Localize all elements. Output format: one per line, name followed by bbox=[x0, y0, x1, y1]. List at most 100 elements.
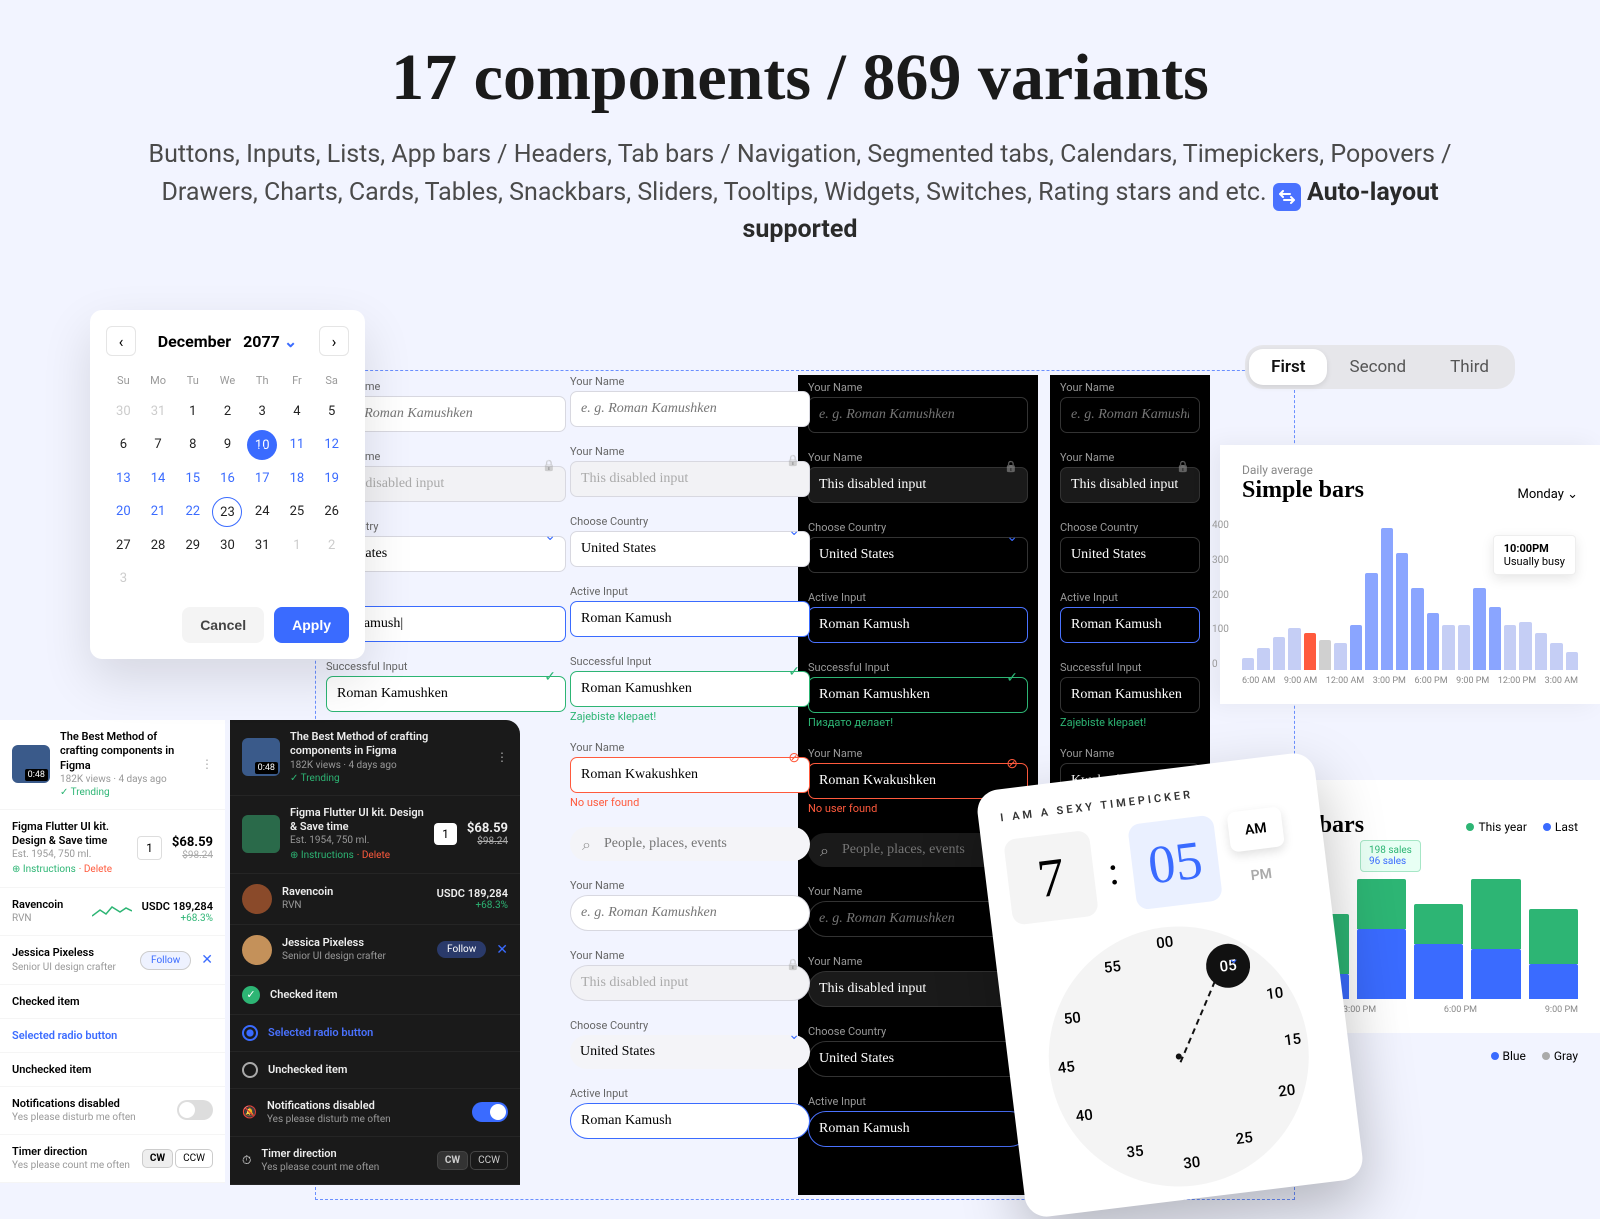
list-item[interactable]: 0:48 The Best Method of crafting compone… bbox=[230, 720, 520, 796]
name-input[interactable] bbox=[570, 391, 810, 427]
seg-second[interactable]: Second bbox=[1327, 349, 1428, 385]
name-input[interactable] bbox=[570, 895, 810, 931]
more-icon[interactable]: ⋮ bbox=[496, 750, 508, 764]
list-item[interactable]: Selected radio button bbox=[0, 1019, 225, 1053]
cal-day[interactable]: 2 bbox=[210, 397, 245, 426]
list-item[interactable]: Figma Flutter UI kit. Design & Save time… bbox=[230, 796, 520, 874]
name-input[interactable] bbox=[1060, 397, 1200, 433]
cal-day[interactable]: 21 bbox=[141, 497, 176, 527]
cal-day[interactable]: 11 bbox=[280, 430, 315, 460]
country-select[interactable]: United States bbox=[808, 537, 1028, 573]
list-item[interactable]: ✓Checked item bbox=[230, 976, 520, 1015]
cal-day[interactable]: 14 bbox=[141, 464, 176, 493]
cal-day[interactable]: 3 bbox=[245, 397, 280, 426]
radio-icon[interactable] bbox=[242, 1062, 258, 1078]
cal-day[interactable]: 30 bbox=[106, 397, 141, 426]
am-button[interactable]: AM bbox=[1227, 806, 1285, 852]
cal-day[interactable]: 2 bbox=[314, 531, 349, 560]
cw-ccw-toggle[interactable]: CWCCW bbox=[437, 1151, 508, 1170]
country-select[interactable]: United States bbox=[570, 1035, 810, 1069]
cal-day[interactable]: 31 bbox=[245, 531, 280, 560]
cal-day[interactable]: 19 bbox=[314, 464, 349, 493]
more-icon[interactable]: ⋮ bbox=[201, 757, 213, 771]
active-input[interactable] bbox=[570, 601, 810, 637]
toggle-switch[interactable] bbox=[472, 1102, 508, 1122]
search-input[interactable] bbox=[570, 827, 810, 861]
timepicker-widget[interactable]: I AM A SEXY TIMEPICKER 7 : 05 AM PM 00 0… bbox=[975, 751, 1365, 1219]
bar-chart[interactable]: 4003002001000 bbox=[1242, 520, 1578, 670]
success-input[interactable] bbox=[808, 677, 1028, 713]
calendar-grid[interactable]: SuMoTuWeThFrSa 303112345 6789101112 1314… bbox=[106, 368, 349, 593]
country-select[interactable]: United States bbox=[570, 531, 810, 567]
cal-day[interactable]: 8 bbox=[175, 430, 210, 460]
cancel-button[interactable]: Cancel bbox=[182, 607, 264, 643]
cal-day[interactable]: 29 bbox=[175, 531, 210, 560]
cal-day[interactable]: 5 bbox=[314, 397, 349, 426]
cal-day[interactable]: 24 bbox=[245, 497, 280, 527]
error-input[interactable] bbox=[570, 757, 810, 793]
clock-face[interactable]: 00 05 10 15 20 25 30 35 40 45 50 55 bbox=[1034, 912, 1324, 1202]
close-icon[interactable]: ✕ bbox=[496, 942, 508, 958]
cal-day[interactable]: 25 bbox=[280, 497, 315, 527]
close-icon[interactable]: ✕ bbox=[201, 952, 213, 968]
toggle-switch[interactable] bbox=[177, 1100, 213, 1120]
list-item[interactable]: Timer directionYes please count me often… bbox=[0, 1135, 225, 1183]
cal-day[interactable]: 30 bbox=[210, 531, 245, 560]
seg-first[interactable]: First bbox=[1249, 349, 1327, 385]
cal-day[interactable]: 17 bbox=[245, 464, 280, 493]
day-select[interactable]: Monday ⌄ bbox=[1517, 487, 1578, 502]
list-item[interactable]: Notifications disabledYes please disturb… bbox=[0, 1087, 225, 1135]
cal-day[interactable]: 6 bbox=[106, 430, 141, 460]
success-input[interactable] bbox=[570, 671, 810, 707]
country-select[interactable]: United States bbox=[1060, 537, 1200, 573]
minute-selected[interactable]: 05 bbox=[1204, 941, 1253, 990]
cal-day[interactable]: 26 bbox=[314, 497, 349, 527]
cal-day[interactable]: 12 bbox=[314, 430, 349, 460]
list-item[interactable]: 0:48 The Best Method of crafting compone… bbox=[0, 720, 225, 810]
cal-next-button[interactable]: › bbox=[319, 326, 349, 356]
list-item[interactable]: Selected radio button bbox=[230, 1015, 520, 1052]
list-item[interactable]: ⏱Timer directionYes please count me ofte… bbox=[230, 1137, 520, 1185]
cal-day[interactable]: 15 bbox=[175, 464, 210, 493]
cal-day[interactable]: 27 bbox=[106, 531, 141, 560]
seg-third[interactable]: Third bbox=[1428, 349, 1511, 385]
cal-day[interactable]: 7 bbox=[141, 430, 176, 460]
cal-day-today[interactable]: 23 bbox=[212, 497, 242, 527]
list-item[interactable]: Jessica PixelessSenior UI design crafter… bbox=[230, 925, 520, 976]
list-item[interactable]: Unchecked item bbox=[230, 1052, 520, 1089]
cal-day[interactable]: 20 bbox=[106, 497, 141, 527]
list-item[interactable]: 🔕Notifications disabledYes please distur… bbox=[230, 1089, 520, 1137]
cal-day[interactable]: 18 bbox=[280, 464, 315, 493]
list-item[interactable]: Figma Flutter UI kit. Design & Save time… bbox=[0, 810, 225, 888]
apply-button[interactable]: Apply bbox=[274, 607, 349, 643]
list-item[interactable]: RavencoinRVN USDC 189,284+68.3% bbox=[230, 874, 520, 925]
cal-day[interactable]: 22 bbox=[175, 497, 210, 527]
active-input[interactable] bbox=[1060, 607, 1200, 643]
success-input[interactable] bbox=[1060, 677, 1200, 713]
radio-icon[interactable] bbox=[242, 1025, 258, 1041]
cal-prev-button[interactable]: ‹ bbox=[106, 326, 136, 356]
cal-day[interactable]: 1 bbox=[175, 397, 210, 426]
cal-day[interactable]: 31 bbox=[141, 397, 176, 426]
success-input[interactable] bbox=[326, 676, 566, 712]
cal-day[interactable]: 9 bbox=[210, 430, 245, 460]
segmented-tabs[interactable]: First Second Third bbox=[1245, 345, 1515, 389]
qty-stepper[interactable]: 1 bbox=[434, 823, 457, 845]
follow-button[interactable]: Follow bbox=[437, 941, 486, 958]
cal-day[interactable]: 28 bbox=[141, 531, 176, 560]
list-item[interactable]: Checked item bbox=[0, 985, 225, 1019]
cal-title[interactable]: December 2077 ⌄ bbox=[158, 332, 297, 351]
list-item[interactable]: Jessica PixelessSenior UI design crafter… bbox=[0, 936, 225, 984]
list-item[interactable]: Unchecked item bbox=[0, 1053, 225, 1087]
name-input[interactable] bbox=[808, 397, 1028, 433]
cal-day[interactable]: 3 bbox=[106, 564, 141, 593]
cw-ccw-toggle[interactable]: CWCCW bbox=[142, 1149, 213, 1168]
list-item[interactable]: RavencoinRVN USDC 189,284+68.3% bbox=[0, 888, 225, 936]
active-input[interactable] bbox=[808, 607, 1028, 643]
cal-day[interactable]: 4 bbox=[280, 397, 315, 426]
cal-day[interactable]: 16 bbox=[210, 464, 245, 493]
active-input[interactable] bbox=[570, 1103, 810, 1139]
country-select[interactable]: United States bbox=[808, 1041, 1028, 1077]
hour-field[interactable]: 7 bbox=[1003, 830, 1099, 926]
qty-stepper[interactable]: 1 bbox=[137, 836, 162, 860]
